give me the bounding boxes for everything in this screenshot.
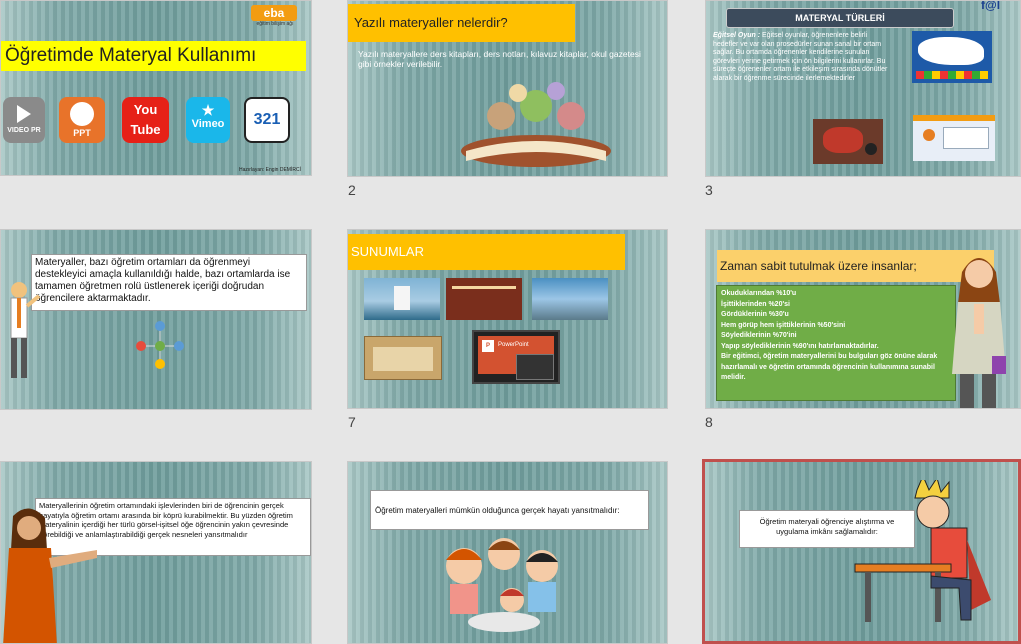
stat-line: Okuduklarından %10'u bbox=[721, 290, 797, 297]
ppt-icon: PPT bbox=[59, 97, 105, 143]
slide-thumbnail-6[interactable]: Materyaller, bazı öğretim ortamları da ö… bbox=[0, 229, 312, 410]
stat-line: Hem görüp hem işittiklerinin %50'sini bbox=[721, 321, 846, 329]
stat-line: Gördüklerinin %30'u bbox=[721, 311, 789, 318]
slide-body-text: Eğitsel Oyun : Eğitsel oyunlar, öğrenenl… bbox=[713, 32, 889, 83]
teacher-figure bbox=[952, 258, 1006, 408]
vimeo-icon: ★ Vimeo bbox=[186, 97, 230, 143]
slide-title: Öğretimde Materyal Kullanımı bbox=[1, 41, 306, 71]
eba-logo: eba bbox=[251, 5, 297, 21]
eba-logo-subtitle: eğitim bilişim ağı bbox=[256, 21, 294, 27]
body-lead: Eğitsel Oyun : bbox=[713, 32, 761, 39]
slide-body-text: Yazılı materyallere ders kitapları, ders… bbox=[358, 49, 641, 69]
slide-thumbnail-2[interactable]: Yazılı materyaller nelerdir? Yazılı mate… bbox=[347, 0, 668, 177]
powerpoint-tablet bbox=[516, 354, 554, 380]
slide-number-2: 2 bbox=[348, 182, 356, 198]
video-pr-icon: VIDEO PR bbox=[3, 97, 45, 143]
corner-logo: f@l bbox=[981, 0, 1001, 12]
presentation-thumb-ship bbox=[364, 278, 440, 320]
slide-number-3: 3 bbox=[705, 182, 713, 198]
slide-thumbnail-7[interactable]: SUNUMLAR P PowerPoint bbox=[347, 229, 668, 409]
countdown-321-icon: 321 bbox=[244, 97, 290, 143]
slide-body-text: Materyaller, bazı öğretim ortamları da ö… bbox=[31, 254, 307, 311]
stat-line: İşittiklerinden %20'si bbox=[721, 300, 790, 308]
student-writing-illustration bbox=[854, 480, 991, 622]
slide-thumbnail-11[interactable]: Öğretim materyali öğrenciye alıştırma ve… bbox=[702, 459, 1021, 644]
slide-thumbnail-1[interactable]: eba eğitim bilişim ağı Öğretimde Materya… bbox=[0, 0, 312, 176]
stat-line: Bir eğitimci, öğretim materyallerini bu … bbox=[721, 353, 938, 381]
slide-title: Yazılı materyaller nelerdir? bbox=[348, 4, 575, 42]
slide-title: MATERYAL TÜRLERİ bbox=[726, 8, 954, 28]
slide-thumbnail-8[interactable]: Zaman sabit tutulmak üzere insanlar; Oku… bbox=[705, 229, 1021, 409]
slide-title: SUNUMLAR bbox=[348, 234, 625, 270]
author-footer: Hazırlayan: Engin DEMİRCİ bbox=[239, 167, 301, 173]
body-text: Eğitsel oyunlar, öğrenenlere belirli hed… bbox=[713, 32, 888, 82]
presentation-thumb-title bbox=[446, 278, 522, 320]
youtube-icon: You Tube bbox=[122, 97, 169, 143]
statistics-box: Okuduklarından %10'u İşittiklerinden %20… bbox=[716, 285, 956, 401]
slide-thumbnail-3[interactable]: MATERYAL TÜRLERİ f@l Eğitsel Oyun : Eğit… bbox=[705, 0, 1021, 177]
slide-body-text: Öğretim materyalleri mümkün olduğunca ge… bbox=[370, 490, 649, 530]
storybook-illustration bbox=[461, 82, 611, 167]
children-group-illustration bbox=[446, 538, 558, 632]
presenter-woman-figure bbox=[3, 508, 97, 643]
slide-number-7: 7 bbox=[348, 414, 356, 430]
flow-diagram bbox=[136, 321, 184, 369]
slide-thumbnail-10[interactable]: Öğretim materyalleri mümkün olduğunca ge… bbox=[347, 461, 668, 644]
stat-line: Söylediklerinin %70'ini bbox=[721, 332, 797, 339]
map-screenshot bbox=[912, 31, 992, 83]
powerpoint-label: PowerPoint bbox=[498, 342, 529, 348]
slide-number-8: 8 bbox=[705, 414, 713, 430]
presenter-figure bbox=[10, 282, 41, 378]
game-screenshot bbox=[813, 119, 883, 164]
slide-thumbnail-9[interactable]: Materyallerinin öğretim ortamındaki işle… bbox=[0, 461, 312, 644]
presentation-thumb-parchment bbox=[364, 336, 442, 380]
presentation-thumb-pier bbox=[532, 278, 608, 320]
stat-line: Yapıp söylediklerinin %90'ını hatırlamak… bbox=[721, 342, 879, 350]
quiz-screenshot bbox=[913, 115, 995, 161]
